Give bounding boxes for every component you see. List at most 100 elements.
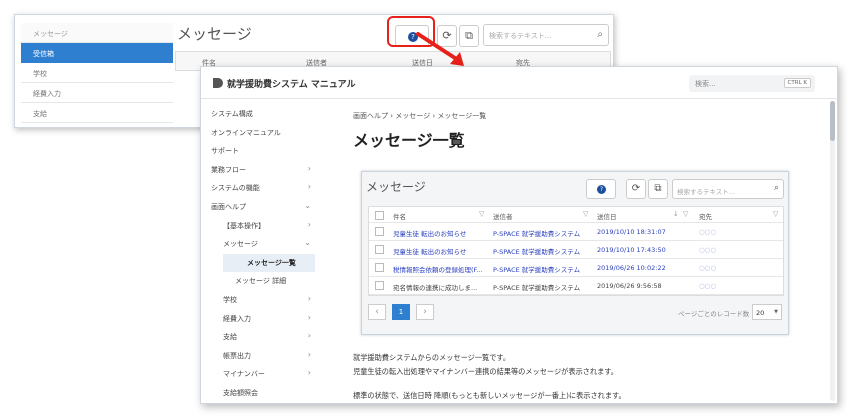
nav-item[interactable]: 業務フロー › (211, 161, 315, 180)
dropdown-icon: ▼ (774, 309, 778, 315)
nav-item[interactable]: 支給 › (211, 328, 315, 347)
nav-item-label: システム構成 (211, 110, 253, 118)
page-size-label: ページごとのレコード数 (678, 310, 750, 318)
nav-item-label: メッセージ 詳細 (235, 277, 287, 286)
page-number: 1 (392, 304, 410, 320)
nav-item[interactable]: メッセージ ⌄ (211, 235, 315, 254)
scrollbar-thumb[interactable] (830, 101, 835, 141)
chevron-right-icon: › (307, 163, 311, 173)
filter-icon: ▽ (773, 210, 779, 218)
cell-date: 2019/06/26 9:56:58 (597, 282, 662, 290)
nav-item[interactable]: 【基本操作】 › (211, 217, 315, 236)
manual-window: 就学援助費システム マニュアル 検索... CTRL K システム構成オンライン… (200, 66, 838, 404)
chevron-right-icon: › (307, 293, 311, 303)
bg-sidebar-item-inbox[interactable]: 受信箱 (21, 43, 173, 63)
breadcrumb[interactable]: 画面ヘルプ › メッセージ › メッセージ一覧 (353, 111, 486, 121)
nav-item-label: オンラインマニュアル (211, 128, 281, 137)
bg-sidebar: メッセージ 受信箱 学校 経費入力 支給 (21, 23, 173, 127)
inner-help-button: ? (586, 179, 616, 199)
col-from: 送信者 (493, 213, 513, 221)
table-body: 児童生徒 転出のお知らせ P-SPACE 就学援助費システム 2019/10/10 … (369, 223, 783, 295)
bg-search-input[interactable]: 検索するテキスト... ⌕ (483, 24, 609, 46)
description-line-2: 児童生徒の転入出処理やマイナンバー連携の結果等のメッセージが表示されます。 (353, 367, 618, 376)
inner-refresh-button: ⟳ (626, 179, 646, 199)
chevron-down-icon: ⌄ (304, 238, 311, 248)
inner-search-input: 検索するテキスト... ⌕ (672, 179, 784, 199)
manual-header: 就学援助費システム マニュアル 検索... CTRL K (201, 67, 837, 99)
bg-sidebar-item-payment[interactable]: 支給 (21, 103, 173, 123)
nav-item[interactable]: メッセージ一覧 (223, 253, 315, 273)
search-icon: ⌕ (597, 29, 603, 40)
row-checkbox (375, 245, 384, 254)
cell-subject: 税情報照会依頼の登録処理(F... (393, 266, 483, 274)
cell-date: 2019/10/10 17:43:50 (597, 246, 666, 254)
nav-item-label: 帳票出力 (223, 351, 251, 360)
filter-icon: ▽ (479, 210, 485, 218)
nav-item-label: メッセージ (223, 240, 258, 249)
select-all-checkbox (375, 211, 384, 220)
chevron-right-icon: › (307, 368, 311, 378)
pager: ‹ 1 › ページごとのレコード数 20 ▼ (368, 302, 784, 324)
inner-search-placeholder: 検索するテキスト... (677, 188, 736, 196)
page-size-value: 20 (756, 309, 765, 317)
bg-search-placeholder: 検索するテキスト... (489, 32, 552, 40)
bg-page-title: メッセージ (177, 25, 252, 43)
nav-item-label: 経費入力 (223, 314, 251, 323)
nav-item[interactable]: マイナンバー › (211, 365, 315, 384)
chevron-right-icon: › (307, 349, 311, 359)
nav-item[interactable]: 帳票出力 › (211, 347, 315, 366)
manual-search-input[interactable]: 検索... CTRL K (689, 75, 815, 92)
search-icon: ⌕ (773, 183, 779, 193)
page-title: メッセージ一覧 (353, 131, 465, 150)
nav-item-label: 支給額照会 (223, 388, 258, 397)
manual-nav: システム構成オンラインマニュアル サポート業務フロー › システムの機能 › 画面ヘルプ ⌄… (211, 105, 315, 403)
nav-item[interactable]: 学校 › (211, 291, 315, 310)
col-to: 宛先 (699, 213, 712, 221)
prev-page-icon: ‹ (368, 304, 386, 320)
chevron-right-icon: › (307, 331, 311, 341)
message-list-screenshot: メッセージ ? ⟳ ⧉ 検索するテキスト... ⌕ 件名 ▽ 送信者 ▽ 送信日… (361, 171, 789, 335)
inner-export-button: ⧉ (648, 179, 668, 199)
nav-item[interactable]: 経費入力 › (211, 310, 315, 329)
nav-item[interactable]: システムの機能 › (211, 179, 315, 198)
cell-to: ○○○ (699, 246, 717, 254)
bg-sidebar-header: メッセージ (21, 23, 173, 43)
cell-to: ○○○ (699, 282, 717, 290)
cell-date: 2019/10/10 18:31:07 (597, 228, 666, 236)
nav-item-label: システムの機能 (211, 184, 260, 193)
filter-icon: ▽ (683, 210, 689, 218)
row-checkbox (375, 263, 384, 272)
brand-logo-icon (213, 78, 223, 88)
nav-item-label: 学校 (223, 295, 237, 304)
manual-brand[interactable]: 就学援助費システム マニュアル (227, 77, 356, 90)
cell-from: P-SPACE 就学援助費システム (493, 230, 581, 238)
chevron-right-icon: › (307, 219, 311, 229)
nav-item-label: サポート (211, 147, 239, 156)
pointer-arrow-icon (416, 32, 464, 66)
cell-from: P-SPACE 就学援助費システム (493, 248, 581, 256)
sort-desc-icon: ↓ (673, 210, 679, 218)
row-checkbox (375, 281, 384, 290)
col-subject: 件名 (393, 213, 406, 221)
nav-item-label: 支給 (223, 333, 237, 342)
description-line-1: 就学援助費システムからのメッセージ一覧です。 (353, 353, 511, 362)
table-row: 税情報照会依頼の登録処理(F... P-SPACE 就学援助費システム 2019/0… (369, 259, 783, 277)
nav-item[interactable]: サポート (211, 142, 315, 161)
bg-sidebar-item-school[interactable]: 学校 (21, 63, 173, 83)
nav-item[interactable]: 支給額照会 (211, 384, 315, 403)
nav-item[interactable]: オンラインマニュアル (211, 124, 315, 143)
table-header-row: 件名 ▽ 送信者 ▽ 送信日 ↓ ▽ 宛先 ▽ (369, 207, 783, 223)
nav-item-label: マイナンバー (223, 370, 265, 379)
nav-item[interactable]: システム構成 (211, 105, 315, 124)
cell-date: 2019/06/26 10:02:22 (597, 264, 666, 272)
bg-sidebar-item-expense[interactable]: 経費入力 (21, 83, 173, 103)
cell-subject: 児童生徒 転出のお知らせ (393, 248, 467, 256)
cell-from: P-SPACE 就学援助費システム (493, 284, 581, 292)
nav-item[interactable]: 画面ヘルプ ⌄ (211, 198, 315, 217)
search-shortcut-badge: CTRL K (783, 78, 811, 88)
table-row: 児童生徒 転出のお知らせ P-SPACE 就学援助費システム 2019/10/10 … (369, 241, 783, 259)
nav-item[interactable]: メッセージ 詳細 (211, 272, 315, 291)
chevron-right-icon: › (307, 182, 311, 192)
scrollbar[interactable] (830, 101, 835, 401)
filter-icon: ▽ (583, 210, 589, 218)
